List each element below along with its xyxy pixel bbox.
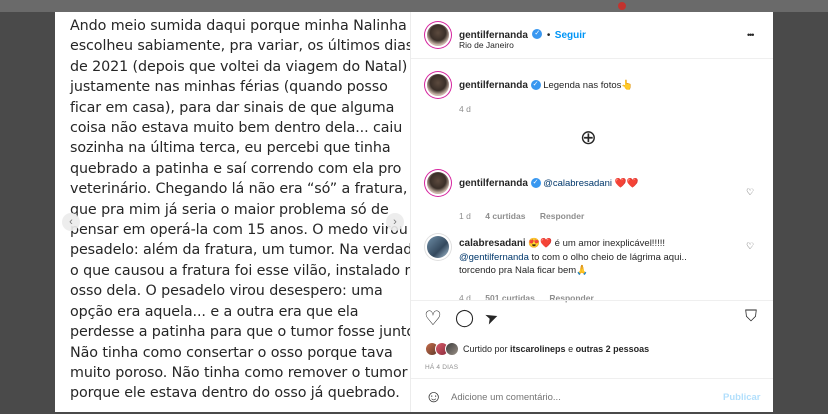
more-options-icon[interactable]: ••• [747, 30, 755, 40]
liked-by-others[interactable]: outras 2 pessoas [576, 344, 650, 354]
reply-button[interactable]: Responder [549, 293, 593, 303]
comment-username[interactable]: calabresadani [459, 238, 526, 249]
comments-panel: gentilfernanda ✓ • Seguir Rio de Janeiro… [411, 12, 773, 412]
liked-by-prefix: Curtido por [463, 344, 511, 354]
caption-line: quebrado a patinha e saí correndo com el… [70, 160, 402, 177]
caption-line: de 2021 (depois que voltei da viagem do … [70, 58, 411, 75]
comment-like-icon[interactable]: ♡ [746, 241, 754, 252]
save-icon[interactable]: ⛉ [745, 308, 757, 326]
comment-mention[interactable]: @gentilfernanda [459, 252, 529, 263]
comment-text-line: 😍❤️ é um amor inexplicável!!!!! [528, 238, 666, 249]
caption-line: Não tinha como consertar o osso porque t… [70, 344, 393, 361]
comment-input[interactable] [451, 389, 721, 405]
caption-line: justamente nas minhas férias (quando pos… [70, 79, 388, 96]
comment-1: gentilfernanda ✓ @calabresadani ❤️❤️ [459, 177, 638, 191]
input-divider [411, 378, 773, 379]
avatar[interactable] [427, 24, 449, 46]
next-image-arrow-icon[interactable]: › [386, 213, 404, 231]
comment-likes[interactable]: 501 curtidas [485, 293, 535, 303]
liked-by-user[interactable]: itscarolineps [510, 344, 566, 354]
separator-dot: • [546, 30, 551, 41]
caption-comment: gentilfernanda ✓ Legenda nas fotos👆 [459, 79, 633, 93]
caption-line: escolheu sabiamente, pra variar, os últi… [70, 38, 411, 55]
comment-time: 1 d [459, 211, 471, 221]
avatar[interactable] [427, 172, 449, 194]
liked-by-summary: Curtido por itscarolineps e outras 2 pes… [463, 344, 649, 354]
avatar[interactable] [427, 236, 449, 258]
liked-by-middle: e [565, 344, 576, 354]
caption-time: 4 d [459, 104, 471, 114]
verified-badge-icon: ✓ [532, 28, 543, 39]
like-icon[interactable]: ♡ [424, 306, 442, 331]
notification-dot [618, 2, 626, 10]
comment-text-line: to com o olho cheio de lágrima aqui.. [528, 251, 687, 263]
emoji-icon[interactable]: ☺ [425, 388, 442, 406]
caption-line: sozinha na última terca, eu percebi que … [70, 140, 391, 157]
caption-line: ficar em casa), para dar sinais de que a… [70, 99, 395, 116]
comment-like-icon[interactable]: ♡ [746, 187, 754, 198]
backdrop-top-bar [0, 0, 828, 12]
caption-line: opção era aquela... e a outra era que el… [70, 303, 359, 320]
caption-line: que pra mim já seria o maior problema só… [70, 201, 389, 218]
caption-line: muito poroso. Não tinha como remover o t… [70, 364, 408, 381]
publish-button[interactable]: Publicar [723, 392, 761, 403]
caption-line: coisa não estava muito bem dentro dela..… [70, 120, 403, 137]
comment-text-line: torcendo pra Nala ficar bem🙏 [459, 265, 589, 276]
verified-badge-icon: ✓ [530, 178, 541, 189]
liker-avatar[interactable] [445, 342, 459, 356]
comment-likes[interactable]: 4 curtidas [485, 211, 525, 221]
header-divider [411, 58, 773, 59]
comment-icon[interactable]: ◯ [455, 308, 474, 328]
caption-line: porque ele estava dentro do osso já queb… [70, 385, 400, 402]
caption-line: pensar em operá-la com 15 anos. O medo v… [70, 222, 408, 239]
avatar[interactable] [427, 74, 449, 96]
caption-username[interactable]: gentilfernanda [459, 80, 528, 91]
follow-button[interactable]: Seguir [555, 30, 586, 41]
post-timestamp: HÁ 4 DIAS [425, 364, 459, 371]
comment-emoji: ❤️❤️ [614, 178, 639, 189]
prev-image-arrow-icon[interactable]: ‹ [62, 213, 80, 231]
comment-mention[interactable]: @calabresadani [543, 178, 612, 189]
comment-time: 4 d [459, 293, 471, 303]
post-image: Ando meio sumida daqui porque minha Nali… [55, 12, 411, 412]
share-icon[interactable]: ➤ [482, 306, 501, 329]
caption-line: veterinário. Chegando lá não era “só” a … [70, 181, 411, 198]
reply-button[interactable]: Responder [540, 211, 584, 221]
caption-line: osso dela. O pesadelo virou desespero: u… [70, 283, 383, 300]
caption-line: perdesse a patinha para que o tumor foss… [70, 324, 411, 341]
caption-line: o que causou a fratura foi esse vilão, i… [70, 262, 411, 279]
comment-2: calabresadani 😍❤️ é um amor inexplicável… [459, 237, 687, 278]
verified-badge-icon: ✓ [530, 80, 541, 91]
image-caption-text: Ando meio sumida daqui porque minha Nali… [70, 16, 411, 404]
post-modal: Ando meio sumida daqui porque minha Nali… [55, 12, 773, 412]
actions-divider [411, 300, 773, 301]
load-more-comments-icon[interactable]: ⊕ [580, 128, 597, 148]
location-link[interactable]: Rio de Janeiro [459, 40, 514, 50]
caption-line: pesadelo: além da fratura, um tumor. Na … [70, 242, 411, 259]
comment-username[interactable]: gentilfernanda [459, 178, 528, 189]
caption-comment-text: Legenda nas fotos👆 [543, 80, 634, 91]
caption-line: Ando meio sumida daqui porque minha Nali… [70, 18, 407, 34]
